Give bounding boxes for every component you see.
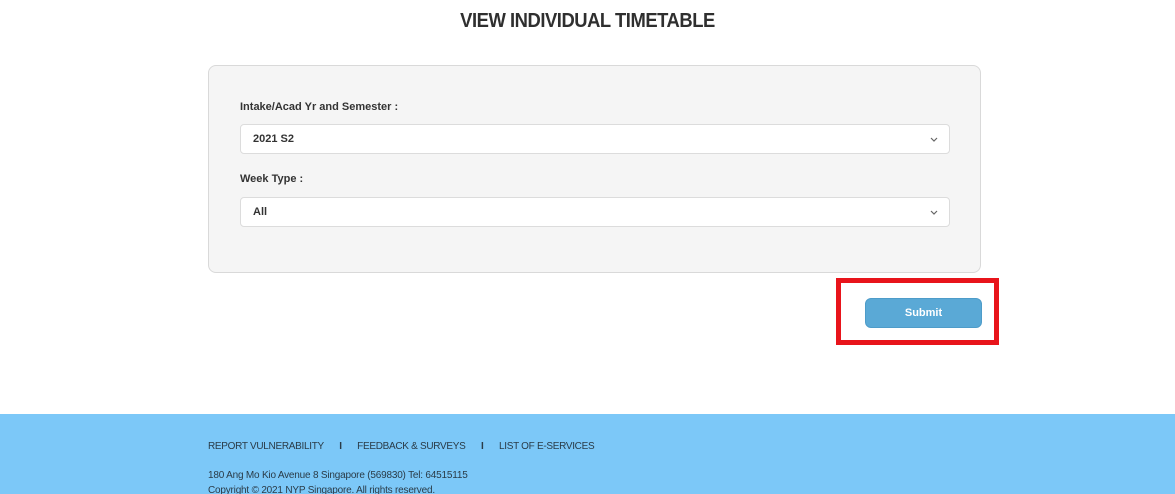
timetable-form-card: Intake/Acad Yr and Semester : 2021 S2 We… xyxy=(208,65,981,273)
week-type-select[interactable]: All xyxy=(240,197,950,227)
chevron-down-icon xyxy=(930,210,938,215)
submit-button[interactable]: Submit xyxy=(865,298,982,328)
week-type-label: Week Type : xyxy=(240,173,304,185)
feedback-surveys-link[interactable]: FEEDBACK & SURVEYS xyxy=(357,441,466,452)
week-type-value: All xyxy=(253,206,268,218)
chevron-down-icon xyxy=(930,137,938,142)
list-of-e-services-link[interactable]: LIST OF E-SERVICES xyxy=(499,441,595,452)
footer-address: 180 Ang Mo Kio Avenue 8 Singapore (56983… xyxy=(208,470,468,481)
report-vulnerability-link[interactable]: REPORT VULNERABILITY xyxy=(208,441,324,452)
footer-links: REPORT VULNERABILITY I FEEDBACK & SURVEY… xyxy=(208,441,595,452)
intake-semester-value: 2021 S2 xyxy=(253,133,294,145)
footer-separator: I xyxy=(481,441,484,452)
intake-semester-select[interactable]: 2021 S2 xyxy=(240,124,950,154)
intake-semester-label: Intake/Acad Yr and Semester : xyxy=(240,101,399,113)
footer-separator: I xyxy=(339,441,342,452)
page-title: VIEW INDIVIDUAL TIMETABLE xyxy=(460,10,715,32)
footer-copyright: Copyright © 2021 NYP Singapore. All righ… xyxy=(208,485,435,494)
footer: REPORT VULNERABILITY I FEEDBACK & SURVEY… xyxy=(0,414,1175,494)
